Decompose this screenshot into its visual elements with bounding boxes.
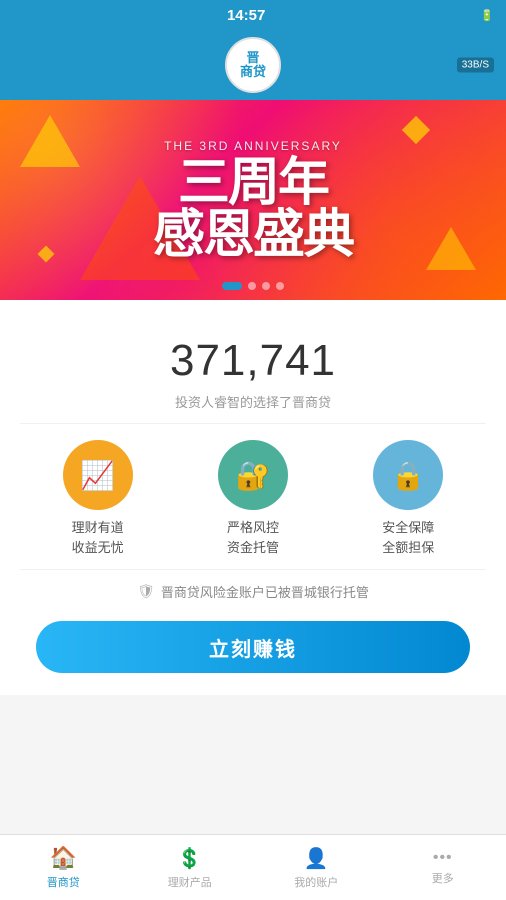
battery-icon: 🔋 xyxy=(480,9,494,22)
feature-finance: 📈 理财有道 收益无忧 xyxy=(63,440,133,557)
features-section: 📈 理财有道 收益无忧 🔐 严格风控 资金托管 🔒 安全保障 全额担保 xyxy=(20,423,486,570)
banner-main-text-line1: 三周年 xyxy=(153,157,353,209)
stats-section: 371,741 投资人睿智的选择了晋商贷 xyxy=(20,320,486,423)
promo-banner: THE 3RD ANNIVERSARY 三周年 感恩盛典 xyxy=(0,100,506,300)
nav-item-products[interactable]: 💲 理财产品 xyxy=(127,835,254,900)
nav-item-account[interactable]: 👤 我的账户 xyxy=(253,835,380,900)
more-icon: ••• xyxy=(433,849,453,867)
status-bar: 14:57 🔋 xyxy=(0,0,506,30)
dot-1 xyxy=(222,282,242,290)
banner-dots xyxy=(222,282,284,290)
risk-line2: 资金托管 xyxy=(227,540,279,555)
shield-icon: 🛡 xyxy=(137,583,155,600)
finance-text: 理财有道 收益无忧 xyxy=(72,518,124,557)
status-time: 14:57 xyxy=(227,7,265,24)
logo-text: 晋商贷 xyxy=(240,51,266,80)
dot-3 xyxy=(262,282,270,290)
banner-subtitle: THE 3RD ANNIVERSARY xyxy=(153,139,353,153)
cta-section[interactable]: 立刻赚钱 xyxy=(20,613,486,685)
dot-4 xyxy=(276,282,284,290)
security-icon: 🔒 xyxy=(373,440,443,510)
app-logo: 晋商贷 xyxy=(225,37,281,93)
trust-section: 🛡 晋商贷风险金账户已被晋城银行托管 xyxy=(20,570,486,613)
status-icons: 🔋 xyxy=(480,9,494,22)
home-icon: 🏠 xyxy=(50,845,77,871)
investor-count: 371,741 xyxy=(20,336,486,386)
dot-2 xyxy=(248,282,256,290)
nav-item-home[interactable]: 🏠 晋商贷 xyxy=(0,835,127,900)
security-line1: 安全保障 xyxy=(382,520,434,535)
more-label: 更多 xyxy=(432,870,454,886)
earn-money-button[interactable]: 立刻赚钱 xyxy=(36,621,470,673)
products-label: 理财产品 xyxy=(168,874,212,890)
triangle-decoration-3 xyxy=(426,227,476,270)
feature-risk: 🔐 严格风控 资金托管 xyxy=(218,440,288,557)
nav-item-more[interactable]: ••• 更多 xyxy=(380,835,506,900)
risk-icon: 🔐 xyxy=(218,440,288,510)
security-text: 安全保障 全额担保 xyxy=(382,518,434,557)
risk-text: 严格风控 资金托管 xyxy=(227,518,279,557)
feature-security: 🔒 安全保障 全额担保 xyxy=(373,440,443,557)
main-content: 371,741 投资人睿智的选择了晋商贷 📈 理财有道 收益无忧 🔐 严格风控 … xyxy=(0,300,506,695)
finance-icon: 📈 xyxy=(63,440,133,510)
home-label: 晋商贷 xyxy=(47,874,80,890)
triangle-decoration-2 xyxy=(20,115,80,167)
banner-main-text-line2: 感恩盛典 xyxy=(153,209,353,261)
banner-content: THE 3RD ANNIVERSARY 三周年 感恩盛典 xyxy=(153,139,353,261)
products-icon: 💲 xyxy=(177,846,202,871)
finance-line2: 收益无忧 xyxy=(72,540,124,555)
wifi-speed: 33B/S xyxy=(457,58,494,73)
security-line2: 全额担保 xyxy=(382,540,434,555)
bottom-navigation: 🏠 晋商贷 💲 理财产品 👤 我的账户 ••• 更多 xyxy=(0,834,506,900)
risk-line1: 严格风控 xyxy=(227,520,279,535)
account-label: 我的账户 xyxy=(294,874,338,890)
finance-line1: 理财有道 xyxy=(72,520,124,535)
account-icon: 👤 xyxy=(304,846,329,871)
trust-text: 晋商贷风险金账户已被晋城银行托管 xyxy=(161,582,369,601)
stats-description: 投资人睿智的选择了晋商贷 xyxy=(20,392,486,411)
app-header: 晋商贷 33B/S xyxy=(0,30,506,100)
